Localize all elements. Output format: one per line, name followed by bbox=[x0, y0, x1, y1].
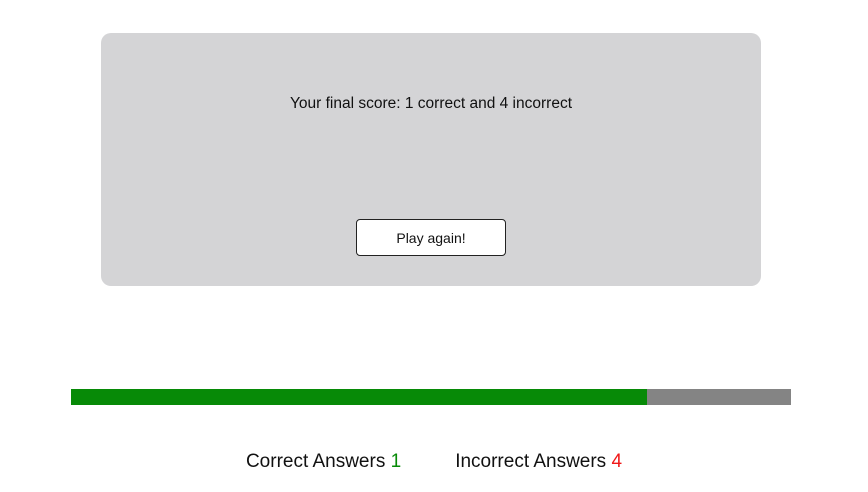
answer-tally: Correct Answers 1 Incorrect Answers 4 bbox=[0, 450, 868, 474]
final-score-text: Your final score: 1 correct and 4 incorr… bbox=[289, 95, 572, 112]
play-again-button[interactable]: Play again! bbox=[356, 219, 506, 256]
correct-answers-count: 1 bbox=[390, 451, 402, 472]
quiz-results-page: Your final score: 1 correct and 4 incorr… bbox=[0, 0, 868, 492]
progress-bar bbox=[71, 389, 791, 405]
incorrect-answers-tally: Incorrect Answers 4 bbox=[455, 450, 622, 474]
correct-answers-label: Correct Answers bbox=[245, 451, 386, 472]
result-card: Your final score: 1 correct and 4 incorr… bbox=[101, 33, 761, 286]
progress-bar-fill bbox=[71, 389, 647, 405]
correct-answers-tally: Correct Answers 1 bbox=[246, 450, 401, 474]
incorrect-answers-count: 4 bbox=[611, 451, 623, 472]
incorrect-answers-label: Incorrect Answers bbox=[455, 451, 607, 472]
